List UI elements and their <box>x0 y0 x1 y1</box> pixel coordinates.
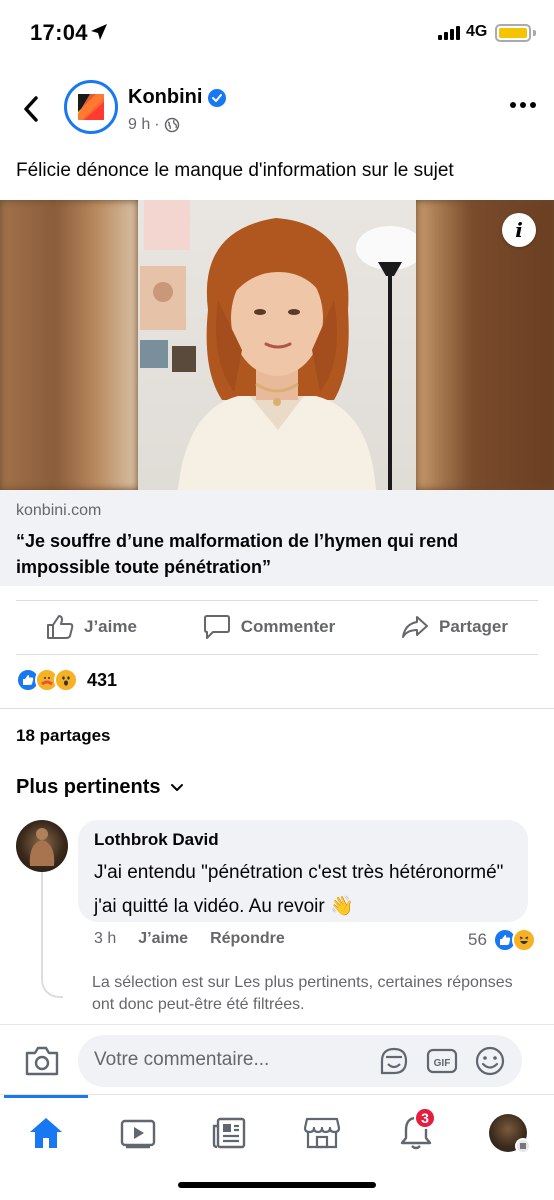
tab-home[interactable] <box>26 1113 66 1153</box>
active-tab-indicator <box>4 1095 88 1098</box>
svg-text:GIF: GIF <box>434 1058 451 1069</box>
meta-dot: · <box>154 116 160 133</box>
home-icon <box>30 1118 62 1148</box>
comment-author[interactable]: Lothbrok David <box>94 830 512 850</box>
avatar <box>489 1114 531 1154</box>
storefront-icon <box>303 1117 341 1149</box>
comment-input[interactable]: Votre commentaire... GIF <box>78 1035 522 1087</box>
comment-sort-selector[interactable]: Plus pertinents <box>16 776 184 799</box>
like-label: J’aime <box>84 617 137 636</box>
haha-reaction-icon <box>511 928 536 952</box>
tab-marketplace[interactable] <box>302 1113 342 1153</box>
video-frame <box>138 200 424 490</box>
divider <box>0 708 554 709</box>
more-options-icon[interactable] <box>510 102 536 108</box>
gif-icon[interactable]: GIF <box>426 1045 458 1077</box>
video-play-icon <box>120 1119 156 1149</box>
comment-reply-button[interactable]: Répondre <box>210 930 285 948</box>
newspaper-icon <box>212 1117 246 1149</box>
comment-reaction-count: 56 <box>468 930 487 949</box>
battery-nub <box>533 30 536 36</box>
emoji-icon[interactable] <box>474 1045 506 1077</box>
status-time: 17:04 <box>30 20 88 45</box>
like-button[interactable]: J’aime <box>46 614 137 640</box>
tab-notifications[interactable]: 3 <box>396 1107 436 1153</box>
page-avatar[interactable] <box>64 80 118 134</box>
divider <box>16 654 538 655</box>
reactions-summary[interactable]: 431 <box>16 668 117 692</box>
globe-icon <box>164 117 179 133</box>
camera-icon[interactable] <box>24 1045 60 1077</box>
tab-watch[interactable] <box>118 1113 158 1153</box>
reaction-count: 431 <box>87 669 118 690</box>
menu-icon <box>515 1138 531 1154</box>
konbini-logo-icon <box>78 94 104 120</box>
blur-left <box>0 200 138 490</box>
avatar-sticker-icon[interactable] <box>378 1045 410 1077</box>
wow-reaction-icon <box>54 668 78 692</box>
tab-profile-menu[interactable] <box>488 1113 531 1154</box>
location-arrow-icon <box>91 24 107 40</box>
filter-note: La sélection est sur Les plus pertinents… <box>92 974 513 1013</box>
back-arrow-icon[interactable] <box>20 94 44 124</box>
post-caption: Félicie dénonce le manque d'information … <box>16 160 454 181</box>
comment-placeholder: Votre commentaire... <box>94 1049 270 1070</box>
notification-badge: 3 <box>414 1107 436 1129</box>
link-preview[interactable]: konbini.com “Je souffre d’une malformati… <box>0 490 554 586</box>
video-thumbnail[interactable] <box>0 200 554 490</box>
tab-news[interactable] <box>210 1113 250 1153</box>
network-type: 4G <box>466 23 488 40</box>
video-still-illustration <box>140 200 424 490</box>
reply-thread-line <box>41 870 63 998</box>
speech-bubble-icon <box>203 615 230 639</box>
comment-meta: 3 h J’aime Répondre <box>94 930 285 948</box>
comment-label: Commenter <box>240 617 336 636</box>
status-bar: 17:04 4G <box>0 0 554 64</box>
sort-label: Plus pertinents <box>16 776 161 798</box>
comment-button[interactable]: Commenter <box>203 614 335 640</box>
info-icon[interactable]: i <box>502 213 536 247</box>
bottom-tab-bar: 3 <box>0 1094 554 1174</box>
verified-badge-icon <box>208 88 227 107</box>
home-indicator[interactable] <box>178 1182 376 1188</box>
link-domain: konbini.com <box>16 502 102 519</box>
thumbs-up-icon <box>47 615 74 639</box>
signal-icon <box>438 26 460 40</box>
comment-time: 3 h <box>94 930 117 947</box>
comment-bubble[interactable]: Lothbrok David J'ai entendu "pénétration… <box>78 820 528 922</box>
share-arrow-icon <box>402 616 428 638</box>
shares-count[interactable]: 18 partages <box>16 726 111 746</box>
comment-reactions[interactable]: 56 <box>468 928 536 952</box>
comment-like-button[interactable]: J’aime <box>138 930 188 948</box>
comment-composer: Votre commentaire... GIF <box>0 1024 554 1096</box>
commenter-photo <box>29 828 55 866</box>
comment-text: J'ai entendu "pénétration c'est très hét… <box>94 862 504 917</box>
blur-right <box>416 200 554 490</box>
share-label: Partager <box>439 617 508 636</box>
chevron-down-icon <box>171 783 184 791</box>
post-actions: J’aime Commenter Partager <box>16 600 538 654</box>
post-time: 9 h <box>128 116 151 133</box>
link-title: “Je souffre d’une malformation de l’hyme… <box>16 531 459 577</box>
avatar[interactable] <box>16 820 68 872</box>
page-name[interactable]: Konbini <box>128 86 202 109</box>
post-header: Konbini 9 h · <box>0 80 554 140</box>
battery-icon <box>495 24 531 42</box>
share-button[interactable]: Partager <box>401 614 508 640</box>
